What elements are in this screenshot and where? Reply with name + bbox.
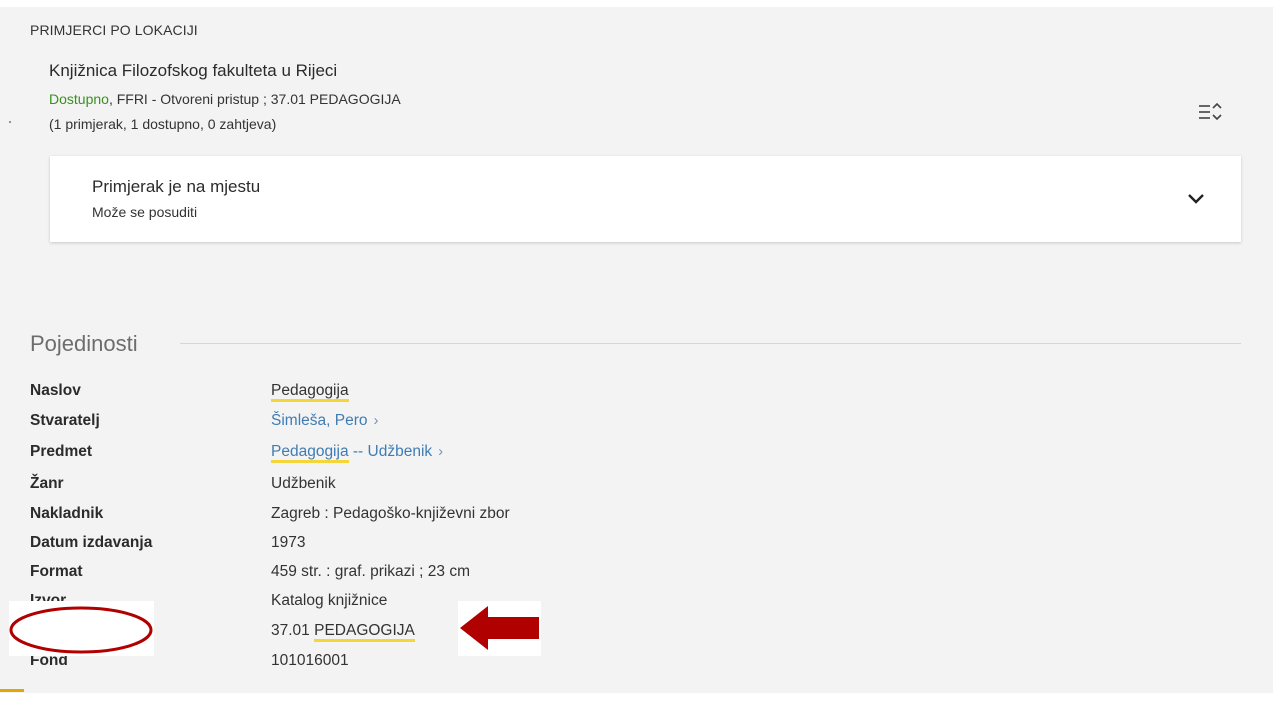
corner-mark (0, 689, 24, 692)
annotation-arrow-icon (460, 606, 539, 650)
chevron-down-icon[interactable] (1186, 192, 1206, 206)
chevron-right-icon[interactable]: › (373, 412, 378, 429)
creator-link[interactable]: Šimleša, Pero (271, 412, 367, 429)
detail-label: Datum izdavanja (30, 534, 153, 551)
detail-row-genre: Žanr Udžbenik (30, 475, 930, 501)
location-details: , FFRI - Otvoreni pristup ; 37.01 PEDAGO… (108, 91, 401, 107)
detail-value: 101016001 (271, 652, 349, 669)
items-summary: (1 primjerak, 1 dostupno, 0 zahtjeva) (49, 116, 277, 132)
detail-label: Naslov (30, 382, 81, 399)
holdings-heading: PRIMJERCI PO LOKACIJI (30, 22, 198, 38)
title-value: Pedagogija (271, 382, 349, 402)
bullet-dot (9, 121, 11, 123)
availability-status: Dostupno (49, 91, 109, 107)
detail-value: Pedagogija (271, 382, 349, 402)
item-status-title: Primjerak je na mjestu (92, 177, 261, 196)
detail-row-creator: Stvaratelj Šimleša, Pero › (30, 412, 930, 438)
sort-filter-icon[interactable] (1198, 100, 1224, 124)
detail-value: 1973 (271, 534, 306, 551)
detail-label: Žanr (30, 475, 64, 492)
call-number-highlight: PEDAGOGIJA (314, 622, 415, 642)
detail-label: Predmet (30, 443, 93, 460)
detail-value: Pedagogija -- Udžbenik › (271, 443, 443, 463)
detail-label: Nakladnik (30, 505, 104, 522)
detail-value: 459 str. : graf. prikazi ; 23 cm (271, 563, 470, 580)
library-name[interactable]: Knjižnica Filozofskog fakulteta u Rijeci (49, 61, 337, 81)
subject-link-rest[interactable]: -- Udžbenik (349, 443, 432, 460)
detail-row-publisher: Nakladnik Zagreb : Pedagoško-književni z… (30, 505, 930, 531)
detail-value: Katalog knjižnice (271, 592, 388, 609)
detail-row-date: Datum izdavanja 1973 (30, 534, 930, 560)
details-divider (180, 343, 1241, 344)
detail-value: Zagreb : Pedagoško-književni zbor (271, 505, 510, 522)
item-policy: Može se posuditi (92, 204, 198, 220)
subject-link[interactable]: Pedagogija (271, 443, 349, 463)
detail-row-format: Format 459 str. : graf. prikazi ; 23 cm (30, 563, 930, 589)
detail-value: Šimleša, Pero › (271, 412, 378, 430)
call-number-prefix: 37.01 (271, 622, 315, 639)
detail-row-title: Naslov Pedagogija (30, 382, 930, 408)
chevron-right-icon[interactable]: › (438, 443, 443, 460)
top-strip (0, 0, 1273, 7)
detail-label: Stvaratelj (30, 412, 100, 429)
bottom-strip (0, 693, 1273, 711)
item-card[interactable]: Primjerak je na mjestu Može se posuditi (50, 156, 1241, 242)
detail-label: Format (30, 563, 83, 580)
annotation-ellipse (9, 606, 153, 654)
location-line: Dostupno, FFRI - Otvoreni pristup ; 37.0… (49, 91, 401, 107)
details-title: Pojedinosti (30, 331, 138, 356)
detail-row-subject: Predmet Pedagogija -- Udžbenik › (30, 443, 930, 469)
detail-value: 37.01 PEDAGOGIJA (271, 622, 415, 642)
detail-value: Udžbenik (271, 475, 336, 492)
